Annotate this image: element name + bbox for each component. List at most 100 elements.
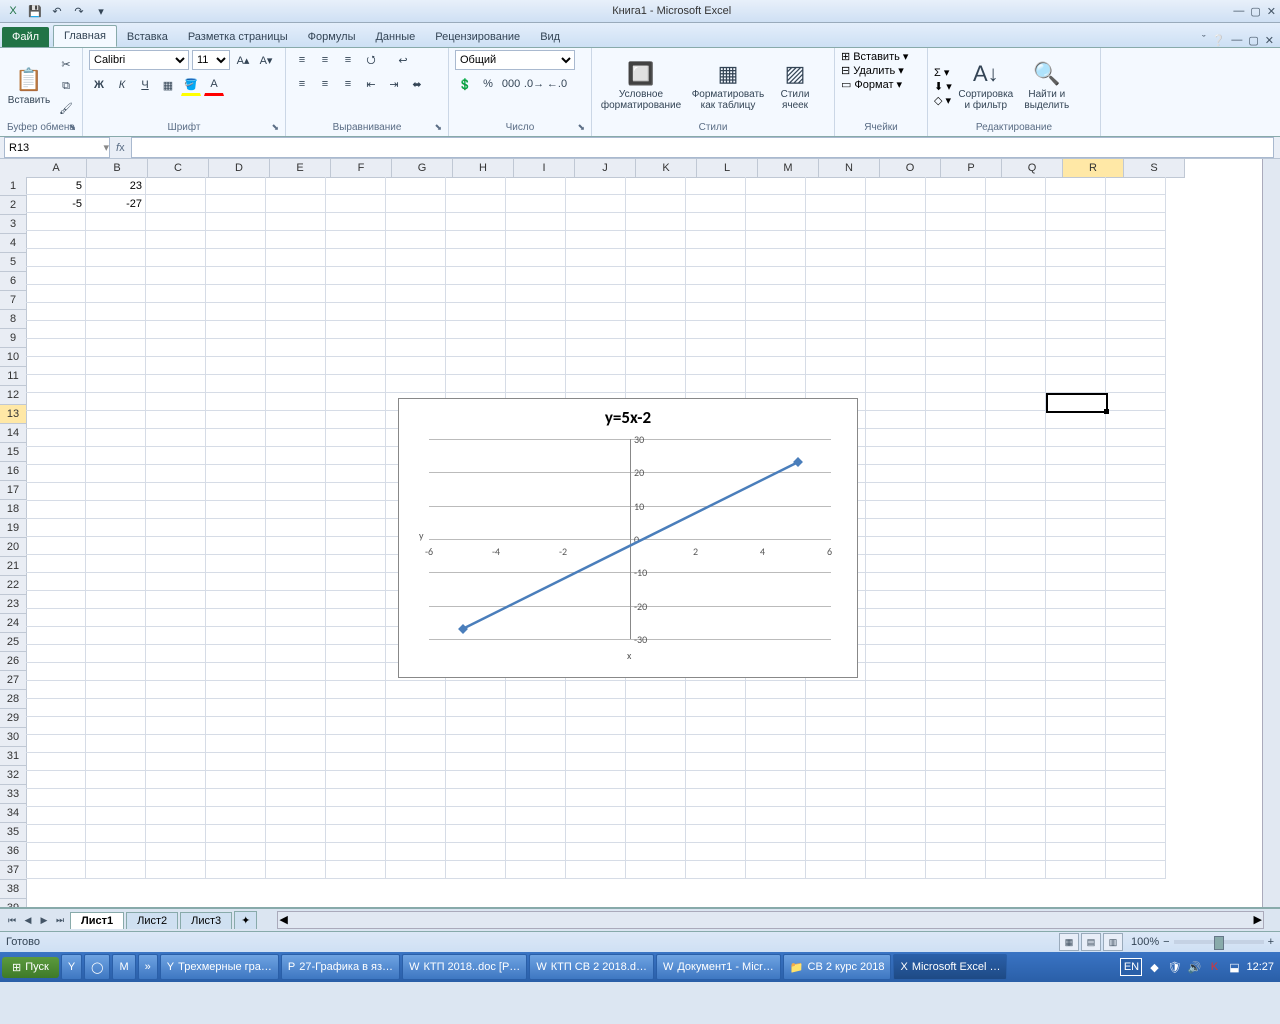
cell[interactable]: -27 [86,195,146,213]
cell[interactable] [86,213,146,231]
cell[interactable] [146,537,206,555]
cell[interactable] [86,357,146,375]
cell[interactable] [266,825,326,843]
cell[interactable] [926,681,986,699]
cell[interactable] [1046,303,1106,321]
cell[interactable] [986,321,1046,339]
cell[interactable] [746,321,806,339]
embedded-chart[interactable]: y=5x-2 -30-20-100102030-6-4-2246 y x [398,398,858,678]
cell[interactable] [326,447,386,465]
cell[interactable] [206,285,266,303]
cell[interactable] [866,699,926,717]
cell[interactable] [686,321,746,339]
cell[interactable] [26,465,86,483]
cell[interactable] [446,789,506,807]
column-header[interactable]: J [575,159,636,178]
cell[interactable] [1106,753,1166,771]
cell[interactable] [146,573,206,591]
align-center-icon[interactable]: ≡ [315,74,335,94]
cell[interactable] [686,231,746,249]
cell[interactable] [446,375,506,393]
cell[interactable] [86,789,146,807]
view-page-layout-icon[interactable]: ▤ [1081,933,1101,951]
cell[interactable] [926,861,986,879]
cell[interactable] [446,825,506,843]
cell[interactable] [926,213,986,231]
cell[interactable] [1046,213,1106,231]
cell-styles-button[interactable]: ▨Стили ячеек [772,56,818,116]
cell[interactable] [686,753,746,771]
cell[interactable] [926,735,986,753]
number-format-select[interactable]: Общий [455,50,575,70]
cell[interactable] [326,609,386,627]
cell[interactable] [506,735,566,753]
sheet-tab[interactable]: Лист1 [70,912,124,929]
cell[interactable] [266,285,326,303]
cell[interactable] [206,393,266,411]
column-header[interactable]: K [636,159,697,178]
cell[interactable] [866,321,926,339]
cell[interactable] [26,537,86,555]
cell[interactable] [146,789,206,807]
cell[interactable] [866,537,926,555]
cell[interactable] [266,411,326,429]
format-painter-icon[interactable]: 🖌 [56,98,76,118]
align-bottom-icon[interactable]: ≡ [338,50,358,70]
cell[interactable] [686,735,746,753]
column-header[interactable]: F [331,159,392,178]
cell[interactable] [506,825,566,843]
tab-review[interactable]: Рецензирование [425,27,530,47]
column-header[interactable]: G [392,159,453,178]
cell[interactable] [866,429,926,447]
cell[interactable] [1046,771,1106,789]
cell[interactable] [26,807,86,825]
cell[interactable] [206,321,266,339]
cell[interactable] [1046,681,1106,699]
cell[interactable] [986,447,1046,465]
cell[interactable] [326,267,386,285]
cell[interactable] [146,321,206,339]
sheet-nav-last[interactable]: ⏭ [52,912,68,928]
cell[interactable] [926,645,986,663]
row-header[interactable]: 20 [0,538,27,557]
cell[interactable] [86,429,146,447]
comma-icon[interactable]: 000 [501,74,521,94]
cell[interactable] [626,285,686,303]
cell[interactable] [266,195,326,213]
cell[interactable] [1046,591,1106,609]
sort-filter-button[interactable]: A↓Сортировка и фильтр [956,56,1016,116]
cell[interactable] [626,267,686,285]
cell[interactable] [686,177,746,195]
cell[interactable] [206,303,266,321]
minimize-icon[interactable]: — [1233,5,1244,18]
cell[interactable] [86,447,146,465]
cell[interactable] [86,681,146,699]
cell[interactable] [986,861,1046,879]
row-header[interactable]: 21 [0,557,27,576]
cell[interactable] [806,177,866,195]
cell[interactable] [1106,663,1166,681]
cell[interactable] [626,789,686,807]
sheet-nav-next[interactable]: ▶ [36,912,52,928]
cell[interactable] [686,807,746,825]
cell[interactable] [266,483,326,501]
cell[interactable] [446,699,506,717]
cell[interactable] [566,717,626,735]
column-header[interactable]: I [514,159,575,178]
cell[interactable] [26,447,86,465]
cell[interactable] [926,393,986,411]
cell[interactable] [386,321,446,339]
cell[interactable] [806,789,866,807]
tab-insert[interactable]: Вставка [117,27,178,47]
cell[interactable] [926,699,986,717]
cell[interactable] [1046,195,1106,213]
cell[interactable] [686,213,746,231]
cell[interactable] [1046,249,1106,267]
cell[interactable] [386,861,446,879]
cell[interactable] [206,465,266,483]
cell[interactable] [806,339,866,357]
row-header[interactable]: 17 [0,481,27,500]
cell[interactable] [1106,573,1166,591]
cell[interactable] [446,681,506,699]
cell[interactable] [86,843,146,861]
